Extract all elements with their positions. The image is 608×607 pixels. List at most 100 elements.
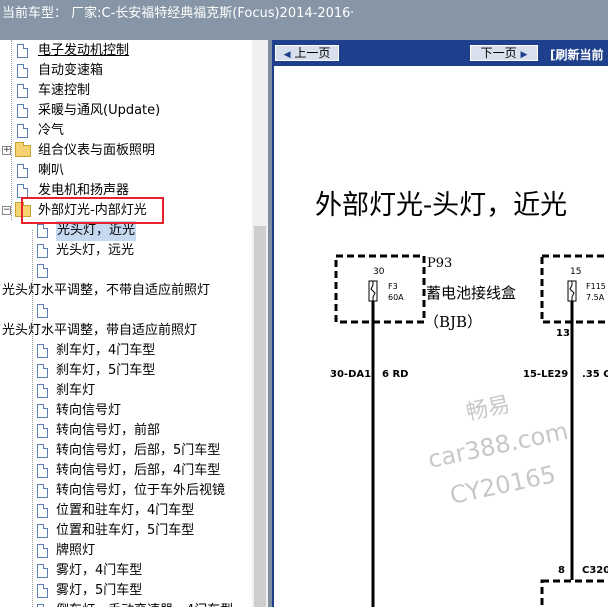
tree-item-label: 光头灯水平调整，带自适应前照灯 (2, 323, 198, 338)
document-icon (37, 444, 48, 458)
tree-item[interactable]: 转向信号灯，后部，5门车型 (0, 441, 252, 461)
tree-item[interactable]: 雾灯，4门车型 (0, 561, 252, 581)
highlight-box (21, 197, 164, 224)
fuse1-pin: 30 (373, 267, 385, 277)
watermark-line3: CY20165 (447, 460, 558, 510)
fuse2-rating: 7.5A (586, 293, 605, 302)
document-icon (37, 264, 48, 278)
tree-item[interactable]: 位置和驻车灯，5门车型 (0, 521, 252, 541)
tree-item[interactable]: 车速控制 (0, 81, 252, 101)
tree-item[interactable]: 自动变速箱 (0, 61, 252, 81)
tree-item[interactable]: 转向信号灯 (0, 401, 252, 421)
wire2-name: 15-LE29 (523, 369, 568, 380)
pin-8: 8 (558, 565, 565, 576)
wire2-spec: .35 G (582, 369, 608, 380)
tree-item-label: 电子发动机控制 (38, 43, 130, 58)
tree-item[interactable]: 喇叭 (0, 161, 252, 181)
tree-item-label: 光头灯水平调整，不带自适应前照灯 (2, 283, 211, 298)
p93-label: P93 (427, 256, 452, 271)
tree-item-label: 牌照灯 (56, 543, 96, 558)
tree-item-label: 雾灯，4门车型 (56, 563, 143, 578)
tree-item-label: 位置和驻车灯，5门车型 (56, 523, 195, 538)
fuse2-element (569, 281, 575, 301)
tree-item[interactable]: 光头灯水平调整，不带自适应前照灯 (0, 281, 252, 301)
tree-item[interactable]: + 组合仪表与面板照明 (0, 141, 252, 161)
tree-item[interactable]: 转向信号灯，前部 (0, 421, 252, 441)
document-icon (37, 424, 48, 438)
watermark-line1: 畅易 (464, 392, 512, 426)
collapse-icon[interactable]: − (2, 206, 11, 215)
tree-item[interactable]: 光头灯水平调整，带自适应前照灯 (0, 321, 252, 341)
wire1-spec: 6 RD (382, 369, 408, 380)
tree-item[interactable] (0, 301, 252, 321)
document-icon (17, 164, 28, 178)
document-icon (37, 224, 48, 238)
bjb-name: 蓄电池接线盒 (426, 284, 516, 302)
fuse1-rating: 60A (388, 293, 404, 302)
document-icon (37, 584, 48, 598)
document-icon (37, 484, 48, 498)
tree-item-label: 光头灯，近光 (56, 221, 137, 241)
tree-item-label: 雾灯，5门车型 (56, 583, 143, 598)
tree-item[interactable]: 转向信号灯，后部，4门车型 (0, 461, 252, 481)
tree-item-label: 车速控制 (38, 83, 91, 98)
tree-item[interactable]: 转向信号灯，位于车外后视镜 (0, 481, 252, 501)
document-icon (17, 44, 28, 58)
tree-item[interactable]: 刹车灯 (0, 381, 252, 401)
tree-item-label: 光头灯，远光 (56, 243, 135, 258)
tree-item-label: 转向信号灯，位于车外后视镜 (56, 483, 226, 498)
tree-item[interactable]: 位置和驻车灯，4门车型 (0, 501, 252, 521)
tree-item-label: 转向信号灯，后部，5门车型 (56, 443, 221, 458)
document-icon (37, 304, 48, 318)
document-icon (37, 404, 48, 418)
pin-13: 13 (556, 328, 570, 339)
document-icon (37, 244, 48, 258)
watermark: 畅易 car388.com CY20165 (425, 392, 570, 510)
document-icon (37, 344, 48, 358)
tree-scrollbar[interactable] (252, 40, 268, 607)
wiring-diagram: 外部灯光-头灯，近光 P93 蓄电池接线盒 （BJB） 30 F3 60A 30… (315, 190, 608, 607)
document-icon (37, 364, 48, 378)
tree-item-label: 冷气 (38, 123, 65, 138)
tree-item-label: 转向信号灯 (56, 403, 122, 418)
manual-tree[interactable]: 电子发动机控制 自动变速箱车速控制采暖与通风(Update) 冷气 + 组合仪表与面板照… (0, 40, 252, 607)
wire1-name: 30-DA1 (330, 369, 371, 380)
tree-item[interactable]: 光头灯，近光 (0, 221, 252, 241)
document-icon (17, 124, 28, 138)
folder-icon (15, 142, 31, 157)
tree-item-label: 倒车灯，手动变速器，4门车型 (56, 601, 233, 607)
document-icon (37, 464, 48, 478)
tree-item[interactable]: 倒车灯，手动变速器，4门车型 (0, 601, 252, 607)
bjb-code: （BJB） (424, 313, 482, 331)
document-icon (37, 544, 48, 558)
tree-item-label: 转向信号灯，后部，4门车型 (56, 463, 221, 478)
tree-item[interactable]: 雾灯，5门车型 (0, 581, 252, 601)
document-icon (37, 524, 48, 538)
tree-item[interactable]: 冷气 (0, 121, 252, 141)
app-header: 当前车型： 厂家:C-长安福特经典福克斯(Focus)2014-2016 . (0, 0, 608, 40)
tree-item[interactable]: 刹车灯，5门车型 (0, 361, 252, 381)
c320-connector-box (540, 579, 608, 607)
tree-item-label: 采暖与通风(Update) (38, 103, 161, 118)
tree-item[interactable]: 刹车灯，4门车型 (0, 341, 252, 361)
tree-item[interactable]: 牌照灯 (0, 541, 252, 561)
expand-icon[interactable]: + (2, 146, 11, 155)
header-dot: . (350, 2, 355, 17)
p93-connector-box (334, 254, 426, 324)
tree-item[interactable]: 电子发动机控制 (0, 41, 252, 61)
scrollbar-thumb[interactable] (254, 226, 266, 607)
tree-item[interactable] (0, 261, 252, 281)
fuse2-pin: 15 (570, 267, 581, 277)
document-icon (37, 504, 48, 518)
tree-item-label: 自动变速箱 (38, 63, 104, 78)
tree-item-label: 刹车灯，5门车型 (56, 363, 156, 378)
connector-c320: C320 (582, 565, 608, 576)
tree-item-label: 刹车灯 (56, 383, 96, 398)
fuse1-element (370, 281, 376, 301)
document-icon (17, 64, 28, 78)
tree-item[interactable]: 采暖与通风(Update) (0, 101, 252, 121)
fuse1-name: F3 (388, 282, 398, 291)
tree-item-label: 转向信号灯，前部 (56, 423, 161, 438)
fuse2-name: F115 (586, 282, 606, 291)
tree-item[interactable]: 光头灯，远光 (0, 241, 252, 261)
